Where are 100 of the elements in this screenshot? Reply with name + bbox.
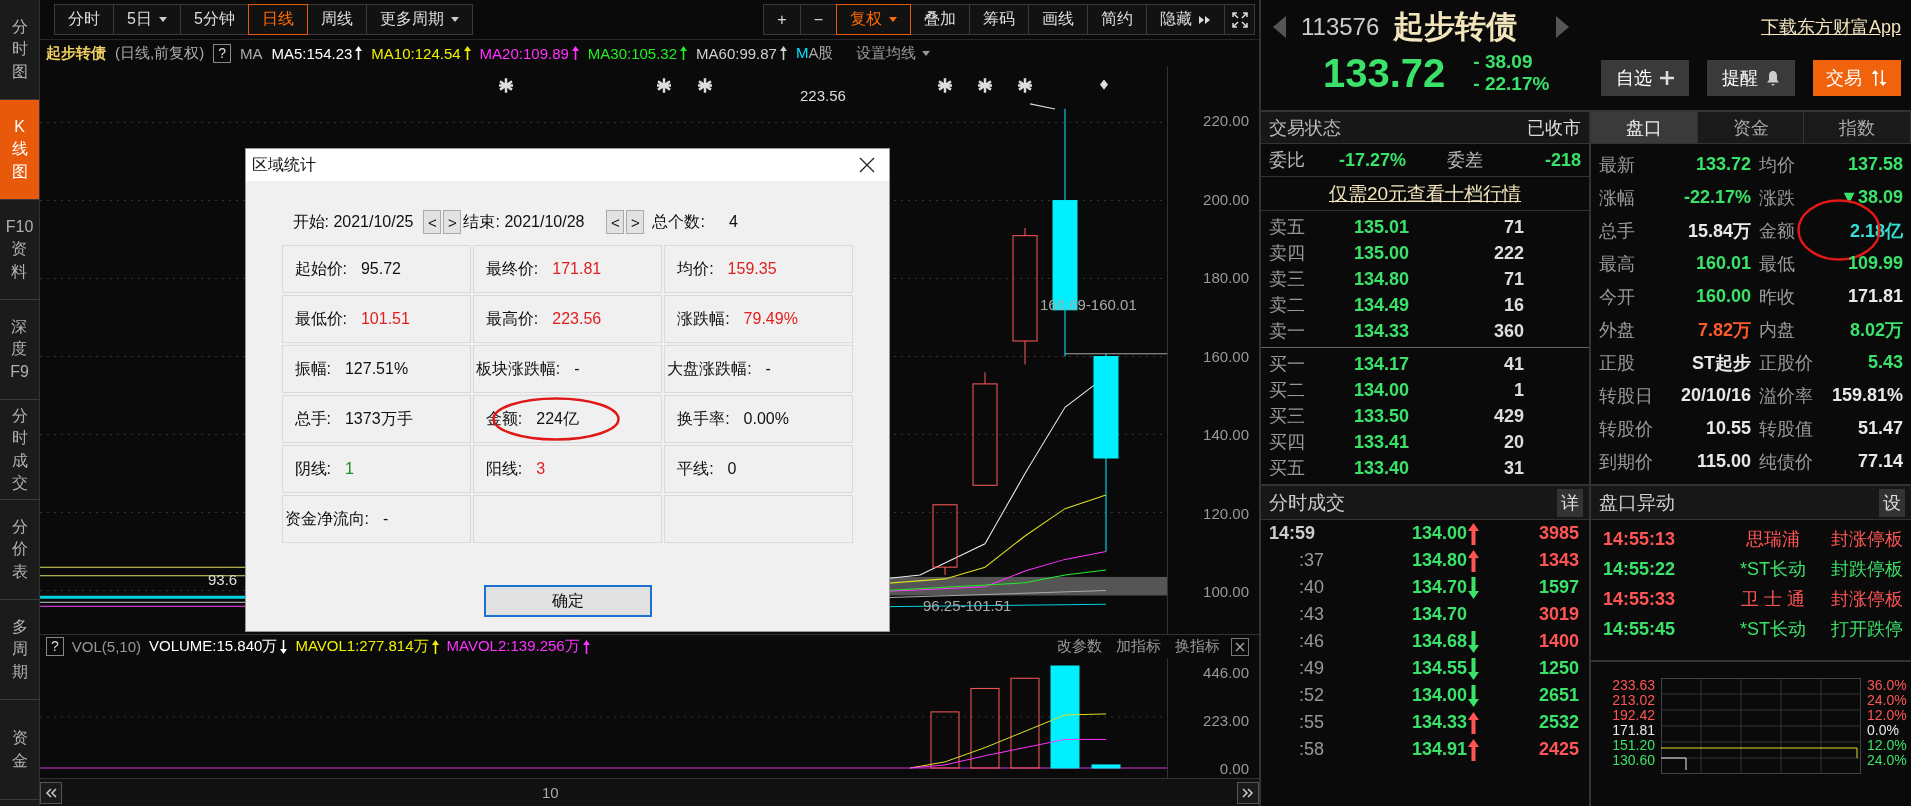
stat-value: 1373万手	[344, 408, 413, 429]
dialog-title: 区域统计	[252, 154, 316, 175]
ma-value: MA20:109.89	[479, 44, 569, 62]
toolbar-button[interactable]: 简约	[1087, 4, 1147, 35]
alert-event: 封跌停板	[1830, 558, 1903, 581]
mini-axis-label: 24.0%	[1867, 753, 1908, 768]
count-value: 4	[728, 213, 738, 231]
next-button[interactable]: >	[443, 210, 462, 234]
period-tab[interactable]: 5分钟	[179, 4, 249, 35]
stat-value: 79.49%	[743, 310, 798, 328]
trade-volume: 1597	[1537, 577, 1579, 598]
action-button[interactable]: 自选	[1601, 60, 1689, 96]
order-level-label: 买二	[1269, 379, 1306, 402]
period-tab[interactable]: 日线	[247, 4, 308, 35]
star-marker-icon	[696, 77, 714, 94]
trade-time: :52	[1298, 685, 1325, 706]
action-button[interactable]: 提醒	[1707, 60, 1795, 96]
indicator-link[interactable]: 加指标	[1113, 637, 1164, 656]
price-axis-label: 140.00	[1203, 426, 1249, 444]
price-axis-label: 180.00	[1203, 269, 1249, 287]
price-axis-label: 160.00	[1203, 347, 1249, 366]
scroll-left-button[interactable]	[40, 781, 62, 804]
price-axis-label: 200.00	[1203, 190, 1249, 209]
status-label: 交易状态	[1269, 116, 1341, 140]
previous-button[interactable]: <	[423, 210, 442, 234]
price-axis-label: 120.00	[1203, 504, 1249, 523]
quote-label: 昨收	[1759, 285, 1796, 309]
close-button[interactable]	[1231, 637, 1249, 656]
quote-value: 8.02万	[1848, 318, 1903, 342]
trade-price: 134.80	[1411, 550, 1467, 571]
fullscreen-button[interactable]	[1224, 4, 1255, 35]
period-tab[interactable]: 分时	[54, 4, 114, 35]
order-volume: 1	[1513, 379, 1524, 401]
toolbar-button[interactable]: 叠加	[910, 4, 970, 35]
quote-label: 转股值	[1759, 417, 1811, 441]
stat-label: 起始价:	[294, 258, 347, 279]
order-price: 134.17	[1354, 353, 1411, 375]
plus-icon	[1660, 71, 1674, 85]
stat-value: 101.51	[360, 310, 410, 328]
double-chevron-icon	[1199, 15, 1211, 24]
next-button[interactable]: >	[626, 210, 645, 234]
download-app-link[interactable]: 下载东方财富App	[1760, 15, 1901, 39]
help-button[interactable]: ?	[213, 43, 231, 63]
alert-event: 打开跌停	[1830, 618, 1903, 641]
volume-label: VOL(5,10)	[71, 638, 141, 655]
volume-value: MAVOL1:277.814万	[295, 637, 429, 656]
ok-button[interactable]: 确定	[483, 585, 652, 617]
panel-tab[interactable]: 指数	[1804, 112, 1911, 143]
quote-value: 5.43	[1866, 352, 1903, 373]
stat-label: 资金净流向:	[284, 508, 369, 529]
ma-settings-dropdown[interactable]: 设置均线	[856, 43, 931, 63]
quote-value: 109.99	[1846, 253, 1903, 274]
stat-label: 阴线:	[294, 458, 331, 479]
alert-stock: 思瑞浦	[1745, 528, 1801, 551]
period-tab[interactable]: 5日	[113, 4, 181, 35]
toolbar-button[interactable]: 画线	[1028, 4, 1088, 35]
toolbar-button[interactable]: 隐藏	[1146, 4, 1225, 35]
stat-value: 159.35	[727, 260, 777, 278]
toolbar-button[interactable]: −	[799, 4, 837, 35]
detail-button[interactable]: 详	[1557, 488, 1583, 517]
sidebar-tab[interactable]: K线图	[0, 100, 39, 200]
stat-label: 最低价:	[294, 308, 347, 329]
order-price: 134.33	[1354, 320, 1411, 342]
close-icon	[1235, 641, 1245, 652]
quote-label: 正股	[1599, 351, 1636, 375]
volume-bar	[1091, 764, 1121, 769]
toolbar-button[interactable]: 复权	[836, 4, 911, 35]
stat-value: 95.72	[360, 260, 401, 278]
trade-time: :37	[1298, 550, 1325, 571]
order-level-label: 卖二	[1269, 294, 1306, 317]
toolbar-button[interactable]: 筹码	[969, 4, 1029, 35]
period-tab[interactable]: 周线	[306, 4, 367, 35]
settings-button[interactable]: 设	[1879, 488, 1905, 517]
volume-value: VOLUME:15.840万	[149, 637, 278, 656]
order-price: 133.50	[1354, 405, 1411, 427]
period-tab[interactable]: 更多周期	[365, 4, 473, 35]
trade-time: :55	[1298, 712, 1325, 733]
quote-label: 溢价率	[1759, 384, 1811, 408]
help-button[interactable]: ?	[46, 637, 64, 656]
volume-axis-label: 0.00	[1219, 760, 1249, 778]
indicator-link[interactable]: 改参数	[1054, 637, 1105, 656]
double-chevron-left-icon	[45, 787, 57, 798]
indicator-link[interactable]: 换指标	[1172, 637, 1223, 656]
mini-axis-label: 192.42	[1611, 708, 1655, 723]
quote-label: 转股日	[1599, 384, 1654, 408]
order-level-label: 卖五	[1269, 216, 1306, 239]
ten-level-link[interactable]: 仅需20元查看十档行情	[1261, 177, 1589, 211]
price-axis-label: 220.00	[1203, 112, 1249, 130]
scroll-right-button[interactable]	[1237, 781, 1259, 804]
quote-label: 涨跌	[1759, 186, 1796, 210]
next-icon[interactable]	[1555, 16, 1570, 38]
panel-tab[interactable]: 盘口	[1591, 112, 1698, 143]
toolbar-button[interactable]: +	[763, 4, 801, 35]
order-price: 133.41	[1354, 431, 1411, 453]
previous-button[interactable]: <	[606, 210, 625, 234]
panel-tab[interactable]: 资金	[1697, 112, 1805, 143]
order-price: 134.49	[1354, 294, 1411, 316]
previous-icon[interactable]	[1273, 16, 1287, 38]
mini-axis-label: 233.63	[1611, 678, 1655, 693]
order-price: 134.80	[1354, 268, 1411, 290]
